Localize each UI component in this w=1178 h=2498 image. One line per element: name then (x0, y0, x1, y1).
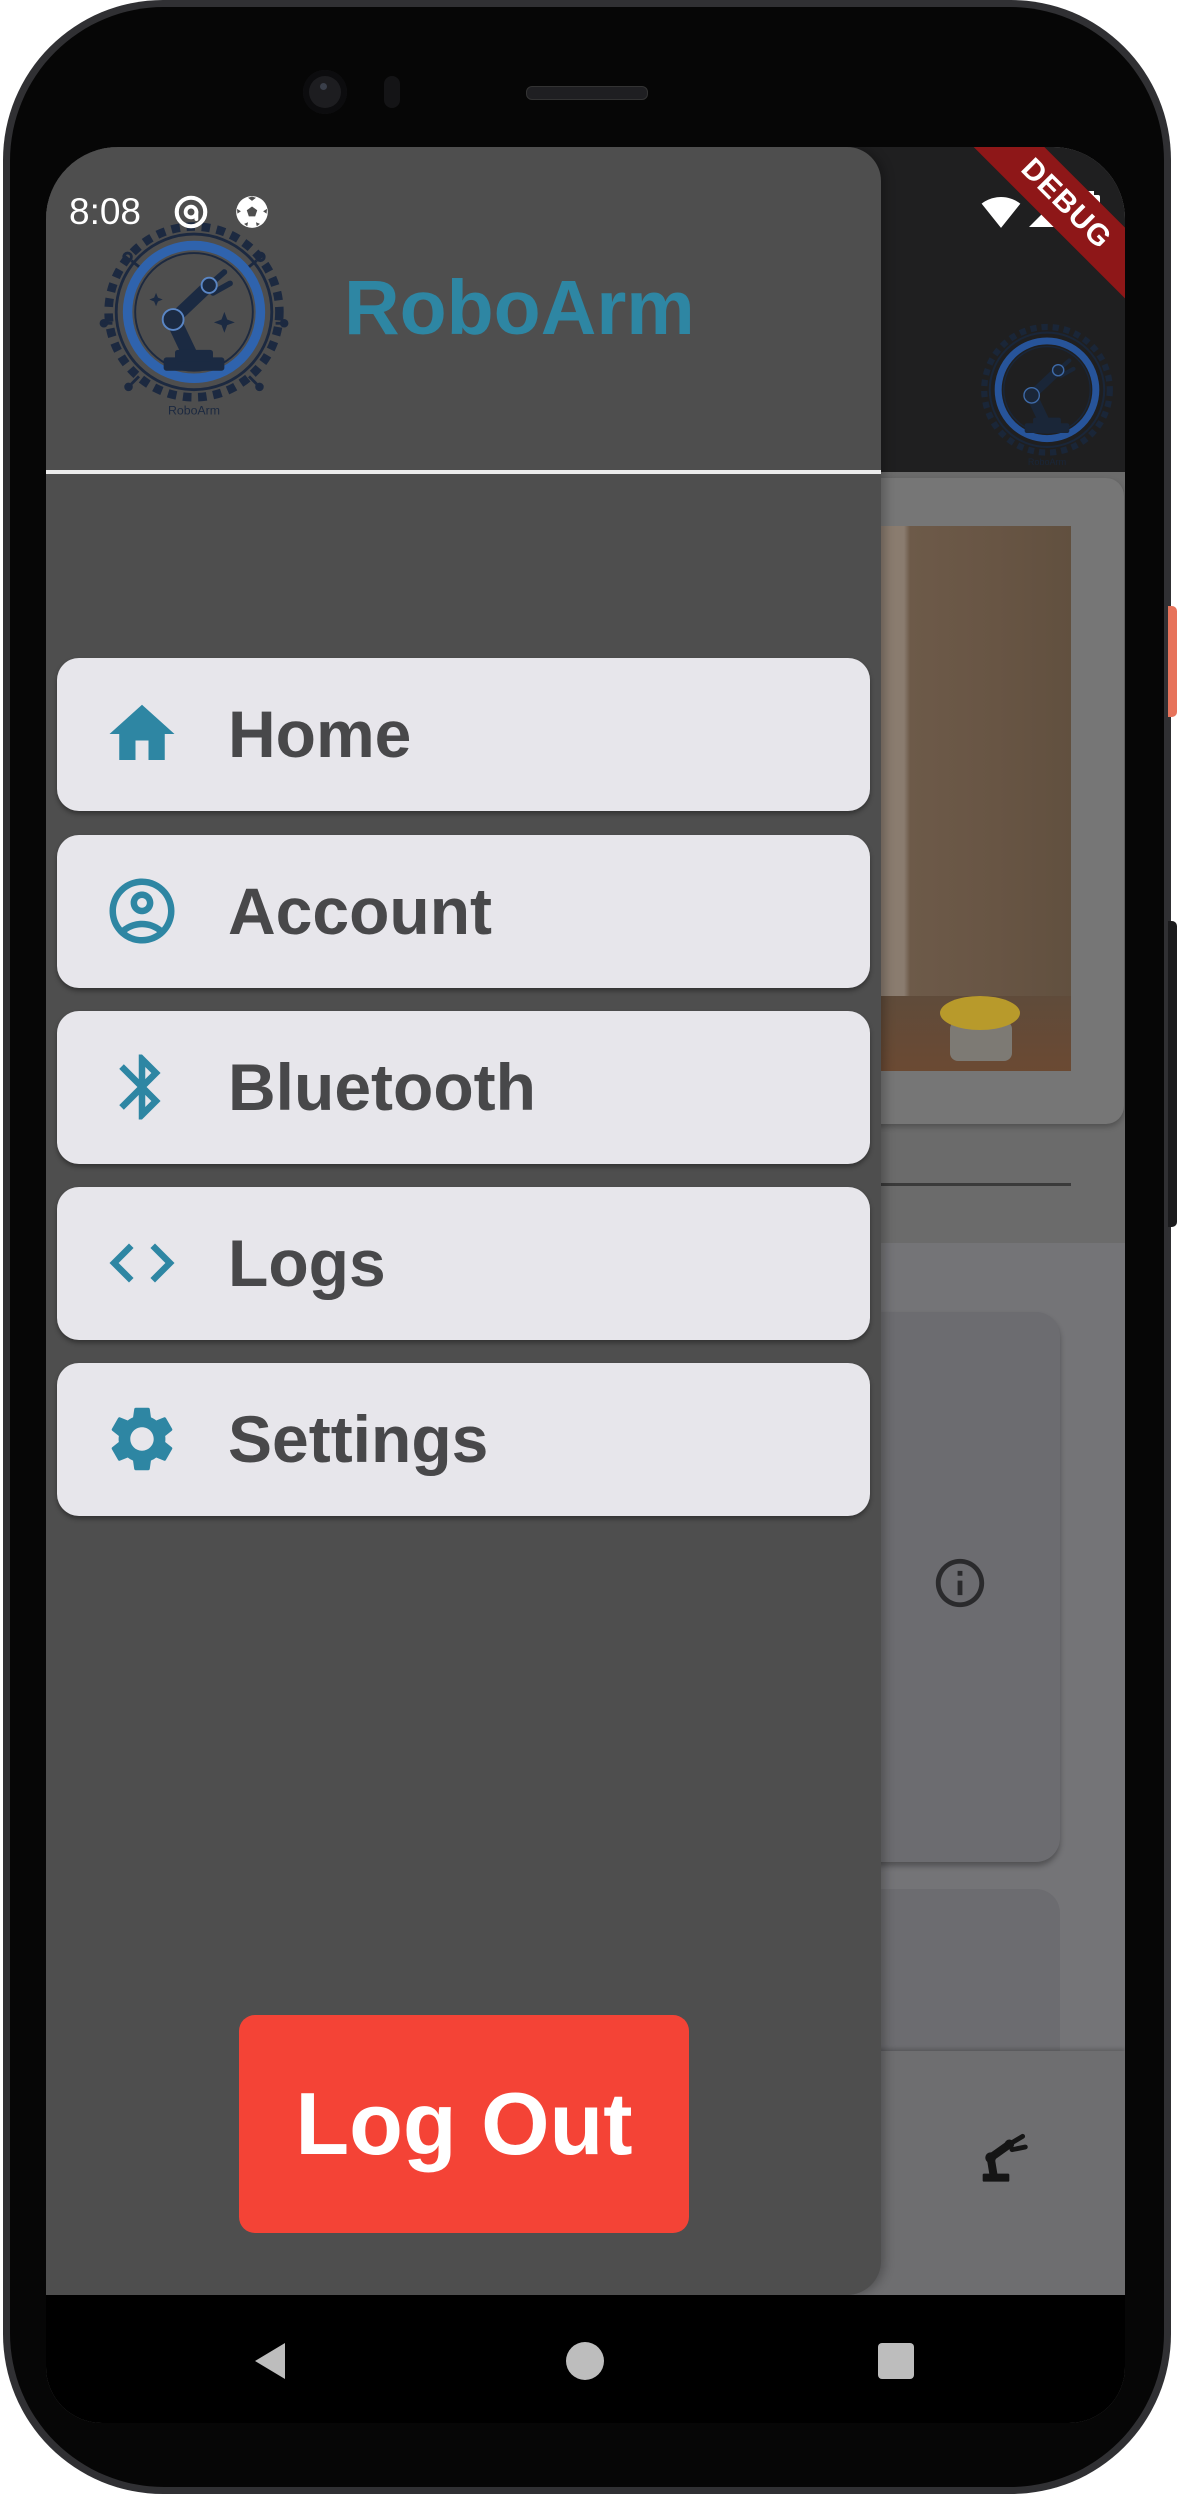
drawer-item-bluetooth[interactable]: Bluetooth (57, 1011, 870, 1164)
soccer-ball-icon (236, 196, 268, 228)
volume-button (1168, 921, 1177, 1227)
navigation-drawer: RoboArm RoboArm Home Account Bluetooth L… (46, 147, 881, 2295)
logout-button[interactable]: Log Out (239, 2015, 689, 2233)
drawer-item-label: Home (228, 697, 412, 771)
home-circle-icon[interactable] (565, 2341, 605, 2381)
proximity-sensor (384, 76, 400, 108)
home-icon (103, 695, 181, 773)
drawer-item-home[interactable]: Home (57, 658, 870, 811)
drawer-item-account[interactable]: Account (57, 835, 870, 988)
logo-caption: RoboArm (168, 403, 220, 417)
code-icon (103, 1224, 181, 1302)
header-divider (46, 470, 881, 474)
status-time: 8:08 (69, 191, 142, 232)
power-button (1168, 606, 1177, 717)
data-saver-icon (174, 195, 208, 229)
account-circle-icon (103, 872, 181, 950)
drawer-item-label: Bluetooth (228, 1050, 536, 1124)
drawer-item-label: Account (228, 874, 492, 948)
earpiece-speaker (526, 86, 648, 100)
screen: RoboArm RoboArm RoboArm Home Account Blu… (46, 147, 1125, 2423)
wifi-icon (981, 197, 1021, 228)
drawer-scrim[interactable] (881, 147, 1125, 2295)
drawer-item-logs[interactable]: Logs (57, 1187, 870, 1340)
front-camera (303, 70, 347, 114)
settings-gear-icon (103, 1400, 181, 1478)
drawer-item-label: Logs (228, 1226, 386, 1300)
recents-square-icon[interactable] (877, 2342, 915, 2380)
bluetooth-icon (103, 1048, 181, 1126)
back-icon[interactable] (251, 2341, 291, 2381)
drawer-item-settings[interactable]: Settings (57, 1363, 870, 1516)
status-bar: 8:08 (46, 147, 1125, 277)
drawer-item-label: Settings (228, 1402, 489, 1476)
system-navigation-bar (46, 2295, 1125, 2423)
